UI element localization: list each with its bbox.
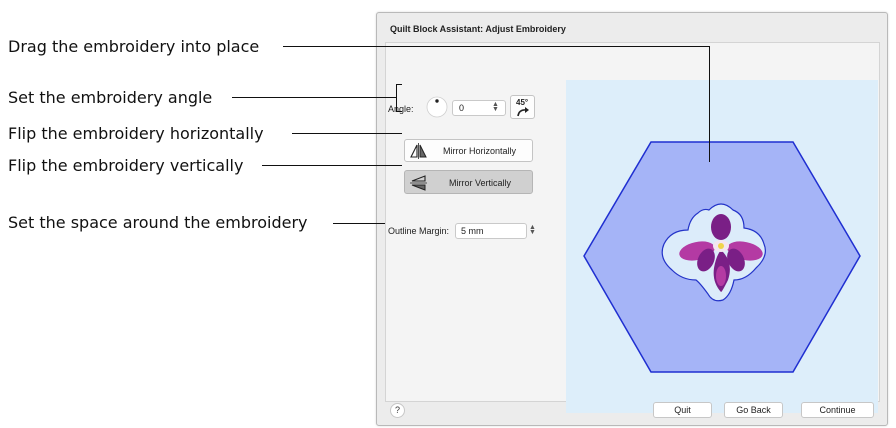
callout-angle: Set the embroidery angle (8, 88, 213, 107)
leader-drag-v (709, 46, 710, 162)
dialog-content-panel: Angle: 0 ▲ ▼ 45° Mirror Horizontally Mir… (385, 42, 880, 413)
callout-drag: Drag the embroidery into place (8, 37, 260, 56)
mirror-horizontal-button[interactable]: Mirror Horizontally (404, 139, 533, 162)
embroidery-canvas[interactable] (566, 80, 878, 413)
mirror-vertical-label: Mirror Vertically (449, 178, 512, 188)
callout-margin: Set the space around the embroidery (8, 213, 308, 232)
go-back-button[interactable]: Go Back (724, 402, 783, 418)
callout-flip-vertical: Flip the embroidery vertically (8, 156, 244, 175)
mirror-horizontal-icon (410, 143, 427, 159)
angle-stepper[interactable]: ▲ ▼ (492, 101, 499, 113)
dialog-title: Quilt Block Assistant: Adjust Embroidery (390, 24, 566, 34)
canvas-drawing (583, 141, 861, 373)
angle-dial-icon[interactable] (426, 96, 448, 118)
outline-margin-input[interactable]: 5 mm (455, 223, 527, 239)
callout-flip-horizontal: Flip the embroidery horizontally (8, 124, 264, 143)
mirror-vertical-icon (410, 175, 427, 191)
leader-drag-h (283, 46, 709, 47)
continue-button[interactable]: Continue (801, 402, 874, 418)
adjust-embroidery-dialog: Quilt Block Assistant: Adjust Embroidery… (376, 12, 888, 426)
leader-angle-bracket-bottom (396, 111, 402, 112)
leader-margin (333, 223, 385, 224)
rotate-45-button[interactable]: 45° (510, 95, 535, 119)
outline-margin-stepper[interactable]: ▲ ▼ (529, 224, 536, 236)
mirror-horizontal-label: Mirror Horizontally (443, 146, 517, 156)
leader-angle-bracket-top (396, 84, 402, 85)
angle-label: Angle: (388, 104, 414, 114)
help-button[interactable]: ? (390, 403, 405, 418)
leader-flip-h (292, 133, 402, 134)
rotate-45-icon (517, 107, 529, 117)
leader-flip-v (262, 165, 402, 166)
mirror-vertical-button[interactable]: Mirror Vertically (404, 170, 533, 194)
outline-margin-value: 5 mm (461, 226, 484, 236)
angle-value: 0 (459, 103, 465, 113)
outline-margin-label: Outline Margin: (388, 226, 450, 236)
quit-button[interactable]: Quit (653, 402, 712, 418)
rotate-45-label: 45° (516, 98, 529, 107)
leader-angle-bracket (396, 84, 397, 112)
leader-angle-h (232, 97, 396, 98)
